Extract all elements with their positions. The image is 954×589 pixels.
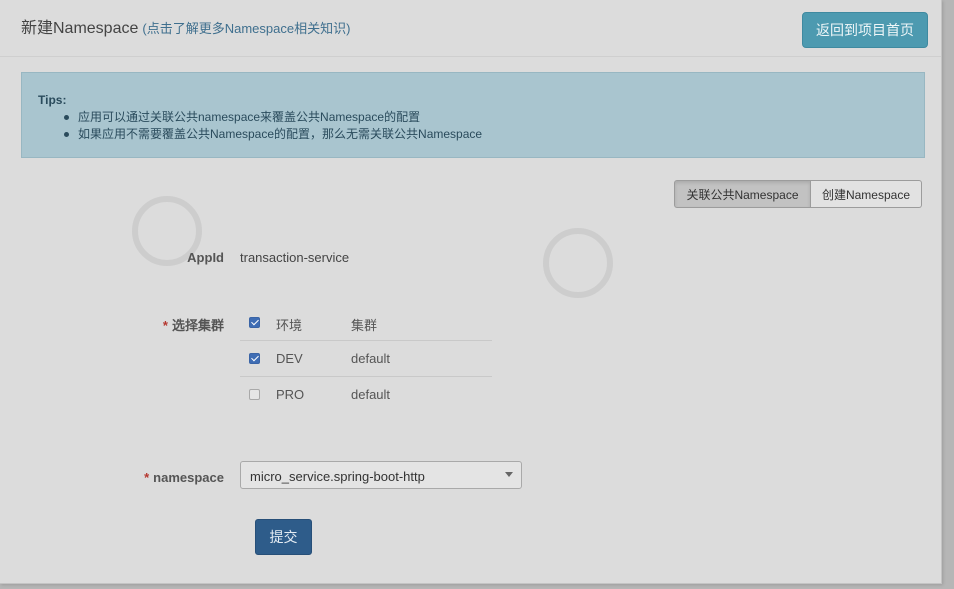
page-title-text: 新建Namespace — [21, 20, 139, 37]
env-column-header: 环境 — [276, 318, 303, 333]
cluster-table-header: 环境 集群 — [240, 305, 492, 341]
env-cell: DEV — [276, 351, 303, 366]
cluster-checkbox-pro[interactable] — [249, 389, 260, 400]
namespace-label-text: namespace — [153, 470, 224, 485]
associate-public-namespace-button[interactable]: 关联公共Namespace — [674, 180, 811, 208]
submit-button[interactable]: 提交 — [255, 519, 312, 555]
tips-list: 应用可以通过关联公共namespace来覆盖公共Namespace的配置 如果应… — [38, 109, 482, 143]
select-all-checkbox[interactable] — [249, 317, 260, 328]
required-marker: * — [162, 318, 168, 333]
table-row: DEV default — [240, 341, 492, 377]
page-title: 新建Namespace (点击了解更多Namespace相关知识) — [21, 14, 350, 38]
learn-more-link[interactable]: (点击了解更多Namespace相关知识) — [142, 21, 350, 36]
cluster-column-header: 集群 — [351, 318, 378, 333]
panel-header: 新建Namespace (点击了解更多Namespace相关知识) 返回到项目首页 — [0, 0, 941, 57]
namespace-select-value: micro_service.spring-boot-http — [250, 469, 425, 484]
required-marker: * — [144, 470, 150, 485]
tips-item: 应用可以通过关联公共namespace来覆盖公共Namespace的配置 — [63, 109, 482, 126]
namespace-field-label: * namespace — [144, 470, 224, 485]
cluster-cell: default — [351, 387, 391, 402]
appid-label: AppId — [187, 250, 224, 265]
cluster-cell: default — [351, 351, 391, 366]
back-to-project-button[interactable]: 返回到项目首页 — [802, 12, 928, 48]
namespace-select[interactable]: micro_service.spring-boot-http — [240, 461, 522, 489]
appid-value: transaction-service — [240, 250, 350, 265]
tips-alert: Tips: 应用可以通过关联公共namespace来覆盖公共Namespace的… — [21, 72, 925, 158]
cluster-label-text: 选择集群 — [171, 318, 224, 333]
cluster-field-label: * 选择集群 — [163, 315, 224, 334]
tips-title: Tips: — [38, 93, 67, 107]
namespace-mode-toggle: 关联公共Namespace 创建Namespace — [674, 180, 922, 208]
watermark-logo-icon — [543, 228, 613, 298]
cluster-checkbox-dev[interactable] — [249, 353, 260, 364]
table-row: PRO default — [240, 377, 492, 412]
chevron-down-icon — [505, 472, 513, 477]
tips-item: 如果应用不需要覆盖公共Namespace的配置，那么无需关联公共Namespac… — [63, 127, 483, 141]
env-cell: PRO — [276, 387, 305, 402]
create-namespace-button[interactable]: 创建Namespace — [811, 180, 922, 208]
new-namespace-panel: 新建Namespace (点击了解更多Namespace相关知识) 返回到项目首页… — [0, 0, 942, 584]
cluster-table: 环境 集群 DEV default PRO default — [240, 305, 492, 412]
